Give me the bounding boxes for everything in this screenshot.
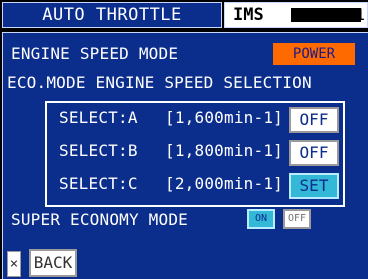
select-b-speed: [1,800min-1] — [165, 141, 283, 160]
back-button[interactable]: BACK — [29, 249, 77, 277]
ims-label: IMS — [233, 5, 264, 25]
select-a-label: SELECT:A — [59, 108, 138, 127]
select-b-label: SELECT:B — [59, 141, 138, 160]
select-c-label: SELECT:C — [59, 174, 138, 193]
super-economy-mode-label: SUPER ECONOMY MODE — [11, 210, 188, 229]
ims-id-suffix: 1 — [355, 5, 365, 24]
super-economy-off-button[interactable]: OFF — [283, 209, 311, 229]
super-economy-on-button[interactable]: ON — [247, 209, 275, 229]
eco-mode-heading: ECO.MODE ENGINE SPEED SELECTION — [7, 73, 312, 92]
select-b-off-button[interactable]: OFF — [289, 140, 339, 166]
select-a-speed: [1,600min-1] — [165, 108, 283, 127]
select-c-speed: [2,000min-1] — [165, 174, 283, 193]
select-a-off-button[interactable]: OFF — [289, 107, 339, 133]
eco-mode-selection-box: SELECT:A [1,600min-1] OFF SELECT:B [1,80… — [45, 101, 345, 207]
screen-title: AUTO THROTTLE — [2, 2, 222, 28]
ims-id-box: IMS 1 — [224, 2, 368, 28]
main-panel: ENGINE SPEED MODE POWER ECO.MODE ENGINE … — [2, 32, 368, 279]
redacted-id-bar — [291, 8, 361, 22]
close-button[interactable]: × — [7, 251, 21, 277]
select-c-set-button[interactable]: SET — [289, 173, 339, 199]
auto-throttle-screen: AUTO THROTTLE IMS 1 ENGINE SPEED MODE PO… — [0, 0, 368, 279]
engine-speed-mode-label: ENGINE SPEED MODE — [11, 44, 179, 63]
engine-speed-mode-value[interactable]: POWER — [273, 43, 355, 65]
